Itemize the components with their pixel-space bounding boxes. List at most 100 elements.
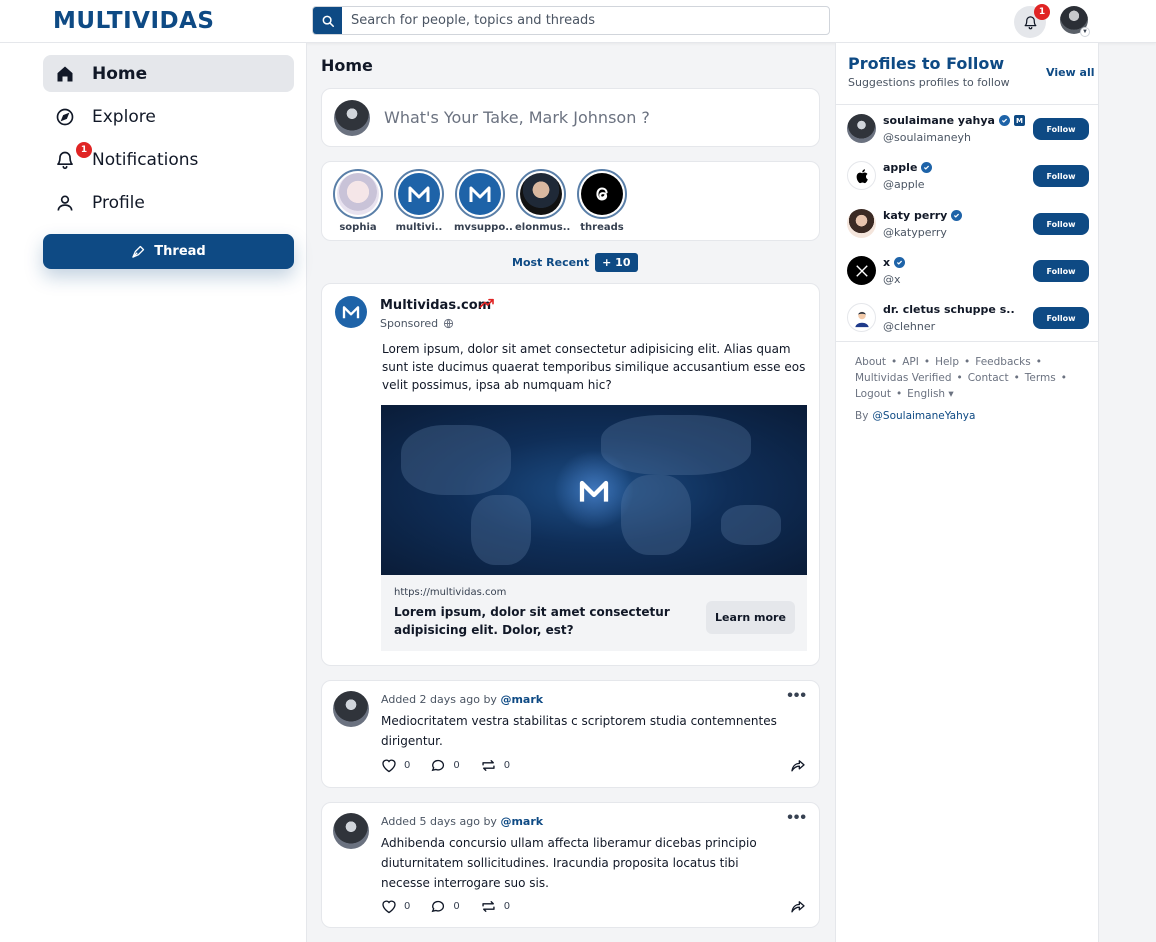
footer-link-help[interactable]: Help [935,356,959,368]
story-label: sophia [339,222,377,233]
link-preview[interactable]: https://multividas.com Lorem ipsum, dolo… [381,575,807,651]
avatar[interactable] [847,209,876,238]
search-bar[interactable] [312,6,830,35]
comment-button[interactable]: 0 [430,899,460,914]
avatar[interactable] [333,813,369,849]
view-all-link[interactable]: View all [1046,66,1095,79]
share-icon[interactable] [790,899,806,914]
footer-link-logout[interactable]: Logout [855,388,891,400]
new-thread-button[interactable]: Thread [43,234,294,269]
new-posts-count[interactable]: + 10 [595,253,638,272]
sponsor-name[interactable]: Multividas.com [380,298,491,313]
sponsored-tag: Sponsored [380,317,454,330]
trending-icon [479,298,494,308]
most-recent-label: Most Recent [512,256,590,269]
chevron-down-icon[interactable]: ▼ [1080,27,1090,37]
learn-more-button[interactable]: Learn more [706,601,795,634]
comment-icon [431,900,445,913]
profile-name-text: x [883,256,891,269]
avatar[interactable] [333,691,369,727]
multividas-logo-icon[interactable] [335,296,367,328]
repost-button[interactable]: 0 [480,899,510,914]
share-icon[interactable] [790,758,806,773]
follow-button[interactable]: Follow [1033,260,1089,282]
page-title: Home [321,56,373,75]
follow-button[interactable]: Follow [1033,307,1089,329]
avatar[interactable] [847,114,876,143]
nav-item-profile[interactable]: Profile [43,184,294,221]
nav-label: Explore [92,106,156,127]
repost-icon [482,901,495,912]
nav-label: Profile [92,192,145,213]
repost-button[interactable]: 0 [480,758,510,773]
verified-icon [921,162,933,173]
sponsored-label: Sponsored [380,317,439,330]
story-label: multivi.. [395,222,443,233]
story-item[interactable]: sophia [332,169,384,233]
profile-name[interactable]: katy perry [883,209,963,222]
more-options-icon[interactable]: ••• [787,687,807,705]
compose-placeholder[interactable]: What's Your Take, Mark Johnson ? [384,108,650,127]
footer-links: About • API • Help • Feedbacks • Multividas Ver… [855,356,1067,400]
user-icon [54,192,76,214]
post-author-link[interactable]: @mark [500,815,543,828]
post-author-link[interactable]: @mark [500,693,543,706]
post-meta: Added 2 days ago by @mark [381,693,543,706]
comment-button[interactable]: 0 [430,758,460,773]
multividas-logo-icon [459,173,501,215]
profile-suggestion: dr. cletus schuppe s.. @clehner Follow [847,299,1089,337]
profile-name-text: dr. cletus schuppe s.. [883,303,1015,316]
apple-logo-icon[interactable] [847,161,876,190]
comment-count: 0 [453,760,460,771]
x-logo-icon[interactable] [847,256,876,285]
profile-name-text: soulaimane yahya [883,114,995,127]
stories-bar: sophia multivi.. mvsuppo.. elonmus.. thr… [321,161,820,241]
author-link[interactable]: @SoulaimaneYahya [872,410,975,422]
like-button[interactable]: 0 [381,899,410,914]
threads-logo-icon [581,173,623,215]
footer-link-api[interactable]: API [902,356,919,368]
more-options-icon[interactable]: ••• [787,809,807,827]
search-input[interactable] [351,7,821,34]
like-button[interactable]: 0 [381,758,410,773]
link-headline: Lorem ipsum, dolor sit amet consectetur … [394,605,670,637]
profile-name[interactable]: x [883,256,906,269]
heart-icon [382,759,396,773]
most-recent-toggle[interactable]: Most Recent + 10 [512,253,638,272]
footer-link-feedbacks[interactable]: Feedbacks [975,356,1030,368]
footer-link-terms[interactable]: Terms [1025,372,1056,384]
post-meta: Added 5 days ago by @mark [381,815,543,828]
footer-link-verified[interactable]: Multividas Verified [855,372,952,384]
compose-box[interactable]: What's Your Take, Mark Johnson ? [321,88,820,147]
nav-item-explore[interactable]: Explore [43,98,294,135]
repost-count: 0 [503,901,511,912]
profile-suggestion: x @x Follow [847,252,1089,290]
post-actions: 0 0 0 [381,899,530,914]
profile-name[interactable]: soulaimane yahya M [883,114,1025,127]
profile-suggestion: soulaimane yahya M @soulaimaneyh Follow [847,110,1089,148]
profile-suggestion: katy perry @katyperry Follow [847,205,1089,243]
avatar[interactable] [847,303,876,332]
story-item[interactable]: multivi.. [393,169,445,233]
nav-item-home[interactable]: Home [43,55,294,92]
multividas-logo-icon [398,173,440,215]
search-button[interactable] [313,7,342,34]
sponsored-image[interactable] [381,405,807,575]
footer-link-about[interactable]: About [855,356,886,368]
nav-item-notifications[interactable]: 1 Notifications [43,141,294,178]
profile-name[interactable]: dr. cletus schuppe s.. [883,303,1015,316]
story-item[interactable]: mvsuppo.. [454,169,513,233]
follow-button[interactable]: Follow [1033,165,1089,187]
repost-count: 0 [503,760,511,771]
profiles-title: Profiles to Follow [848,54,1005,73]
profile-name-text: katy perry [883,209,948,222]
story-item[interactable]: threads [576,169,628,233]
profile-name[interactable]: apple [883,161,933,174]
footer-link-contact[interactable]: Contact [968,372,1009,384]
language-select[interactable]: English ▾ [907,388,954,400]
story-item[interactable]: elonmus.. [515,169,570,233]
caret-down-icon: ▾ [948,388,954,400]
logo[interactable]: MULTIVIDAS [53,8,214,34]
follow-button[interactable]: Follow [1033,213,1089,235]
follow-button[interactable]: Follow [1033,118,1089,140]
